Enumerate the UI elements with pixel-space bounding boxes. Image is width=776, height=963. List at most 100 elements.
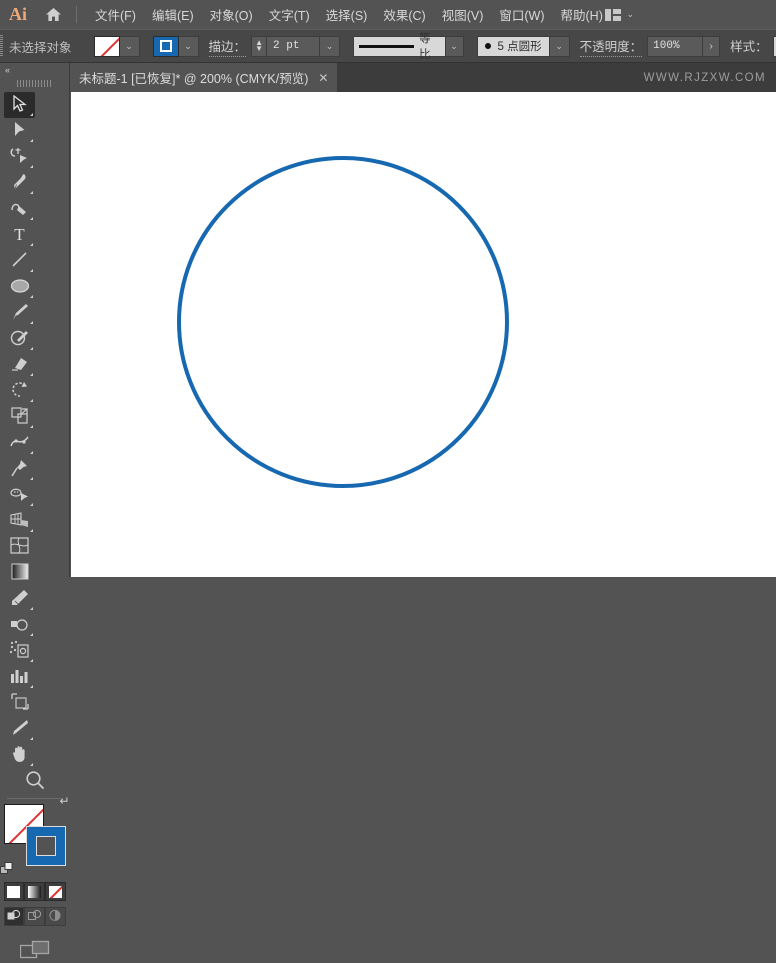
artboard-tool[interactable] bbox=[4, 690, 35, 716]
menu-window[interactable]: 窗口(W) bbox=[491, 2, 552, 27]
shaper-tool[interactable] bbox=[4, 326, 35, 352]
swap-arrow-icon[interactable]: ↵ bbox=[59, 794, 69, 808]
control-bar-grip[interactable] bbox=[0, 29, 3, 63]
pen-tool[interactable] bbox=[4, 170, 35, 196]
double-chevron-left-icon: « bbox=[5, 65, 9, 75]
hand-icon bbox=[11, 745, 29, 766]
workspace-switcher[interactable]: ⌄ bbox=[599, 0, 640, 29]
mesh-tool[interactable] bbox=[4, 534, 35, 560]
draw-normal-mode[interactable] bbox=[4, 907, 25, 926]
scale-icon bbox=[11, 407, 29, 427]
shape-builder-tool[interactable] bbox=[4, 482, 35, 508]
paintbrush-tool[interactable] bbox=[4, 300, 35, 326]
color-mode-solid[interactable] bbox=[4, 882, 25, 901]
style-label: 样式： bbox=[730, 36, 768, 56]
home-icon[interactable] bbox=[36, 0, 70, 29]
draw-mode-group bbox=[4, 907, 66, 926]
ellipse-shape[interactable] bbox=[179, 158, 507, 486]
menu-edit[interactable]: 编辑(E) bbox=[144, 2, 202, 27]
chevron-down-icon: ⌄ bbox=[555, 41, 563, 52]
brush-preset-value: 5 点圆形 bbox=[498, 38, 542, 54]
fill-control: ⌄ bbox=[94, 36, 140, 57]
graphic-style-swatch[interactable] bbox=[773, 36, 776, 57]
stroke-weight-input[interactable]: 2 pt bbox=[266, 36, 320, 57]
screen-mode-icon bbox=[20, 940, 50, 963]
color-mode-gradient[interactable] bbox=[24, 882, 45, 901]
eyedropper-ruler-icon bbox=[11, 589, 29, 609]
menu-select[interactable]: 选择(S) bbox=[318, 2, 376, 27]
brush-preset-field[interactable]: 5 点圆形 bbox=[477, 36, 550, 57]
slice-tool[interactable] bbox=[4, 716, 35, 742]
default-fill-stroke-icon[interactable] bbox=[0, 862, 14, 876]
zoom-tool[interactable] bbox=[4, 768, 65, 794]
stroke-profile-field[interactable]: 等比 bbox=[353, 36, 446, 57]
pen-nib-icon bbox=[11, 173, 28, 194]
document-tab-title: 未标题-1 [已恢复]* @ 200% (CMYK/预览) bbox=[79, 68, 308, 87]
workspace-grid-icon bbox=[605, 9, 621, 21]
type-tool[interactable]: T bbox=[4, 222, 35, 248]
brush-dropdown-button[interactable]: ⌄ bbox=[550, 36, 570, 57]
ellipse-tool[interactable] bbox=[4, 274, 35, 300]
panel-grip[interactable] bbox=[0, 77, 69, 90]
curvature-icon bbox=[10, 199, 29, 219]
blend-tool[interactable] bbox=[4, 612, 35, 638]
width-tool[interactable] bbox=[4, 430, 35, 456]
draw-behind-mode[interactable] bbox=[24, 907, 45, 926]
free-transform-tool[interactable] bbox=[4, 456, 35, 482]
slice-knife-icon bbox=[11, 719, 29, 739]
stroke-weight-dropdown-button[interactable]: ⌄ bbox=[320, 36, 340, 57]
menu-effect[interactable]: 效果(C) bbox=[375, 2, 433, 27]
gradient-tool[interactable] bbox=[4, 560, 35, 586]
stroke-profile-dropdown-button[interactable]: ⌄ bbox=[446, 36, 464, 57]
menu-bar: Ai 文件(F) 编辑(E) 对象(O) 文字(T) 选择(S) 效果(C) 视… bbox=[0, 0, 776, 29]
selection-status: 未选择对象 bbox=[9, 37, 72, 56]
menu-type[interactable]: 文字(T) bbox=[261, 2, 318, 27]
scale-tool[interactable] bbox=[4, 404, 35, 430]
eraser-icon bbox=[10, 356, 29, 375]
magic-wand-icon bbox=[10, 147, 29, 167]
stroke-weight-stepper[interactable]: ▲▼ bbox=[251, 36, 266, 57]
stroke-weight-control: ▲▼ 2 pt ⌄ bbox=[251, 36, 340, 57]
opacity-input[interactable]: 100% bbox=[647, 36, 703, 57]
arrow-cursor-icon bbox=[13, 95, 27, 115]
direct-selection-tool[interactable] bbox=[4, 118, 35, 144]
menu-divider bbox=[76, 6, 77, 23]
magic-wand-tool[interactable] bbox=[4, 144, 35, 170]
column-graph-tool[interactable] bbox=[4, 664, 35, 690]
stroke-color-swatch[interactable] bbox=[153, 36, 179, 57]
selection-tool[interactable] bbox=[4, 92, 35, 118]
curvature-tool[interactable] bbox=[4, 196, 35, 222]
brush-preview-icon bbox=[485, 43, 491, 49]
opacity-panel-button[interactable]: › bbox=[703, 36, 720, 57]
artboard-canvas[interactable] bbox=[71, 92, 776, 577]
blend-shapes-icon bbox=[10, 616, 29, 635]
menu-object[interactable]: 对象(O) bbox=[202, 2, 261, 27]
canvas-svg bbox=[71, 92, 776, 577]
panel-collapse-button[interactable]: « bbox=[0, 63, 69, 77]
line-segment-tool[interactable] bbox=[4, 248, 35, 274]
close-icon[interactable]: ✕ bbox=[318, 72, 328, 84]
brush-control: 5 点圆形 ⌄ bbox=[477, 36, 570, 57]
stroke-dropdown-button[interactable]: ⌄ bbox=[179, 36, 199, 57]
menu-item-list: 文件(F) 编辑(E) 对象(O) 文字(T) 选择(S) 效果(C) 视图(V… bbox=[87, 2, 611, 27]
symbol-sprayer-tool[interactable] bbox=[4, 638, 35, 664]
ellipse-icon bbox=[10, 278, 30, 297]
opacity-control: 100% › bbox=[647, 36, 720, 57]
eyedropper-tool[interactable] bbox=[4, 586, 35, 612]
menu-view[interactable]: 视图(V) bbox=[434, 2, 492, 27]
stroke-proxy-swatch[interactable] bbox=[26, 826, 66, 866]
document-tab[interactable]: 未标题-1 [已恢复]* @ 200% (CMYK/预览) ✕ bbox=[70, 63, 337, 92]
fill-dropdown-button[interactable]: ⌄ bbox=[120, 36, 140, 57]
fill-none-swatch[interactable] bbox=[94, 36, 120, 57]
draw-inside-mode[interactable] bbox=[45, 907, 66, 926]
hand-tool[interactable] bbox=[4, 742, 35, 768]
rotate-tool[interactable] bbox=[4, 378, 35, 404]
menu-file[interactable]: 文件(F) bbox=[87, 2, 144, 27]
stroke-profile-value: 等比 bbox=[419, 30, 439, 62]
eraser-tool[interactable] bbox=[4, 352, 35, 378]
draw-inside-icon bbox=[48, 909, 62, 925]
color-mode-none[interactable] bbox=[45, 882, 66, 901]
stroke-profile-preview-icon bbox=[359, 45, 414, 48]
screen-mode-button[interactable] bbox=[0, 940, 69, 963]
perspective-grid-tool[interactable] bbox=[4, 508, 35, 534]
